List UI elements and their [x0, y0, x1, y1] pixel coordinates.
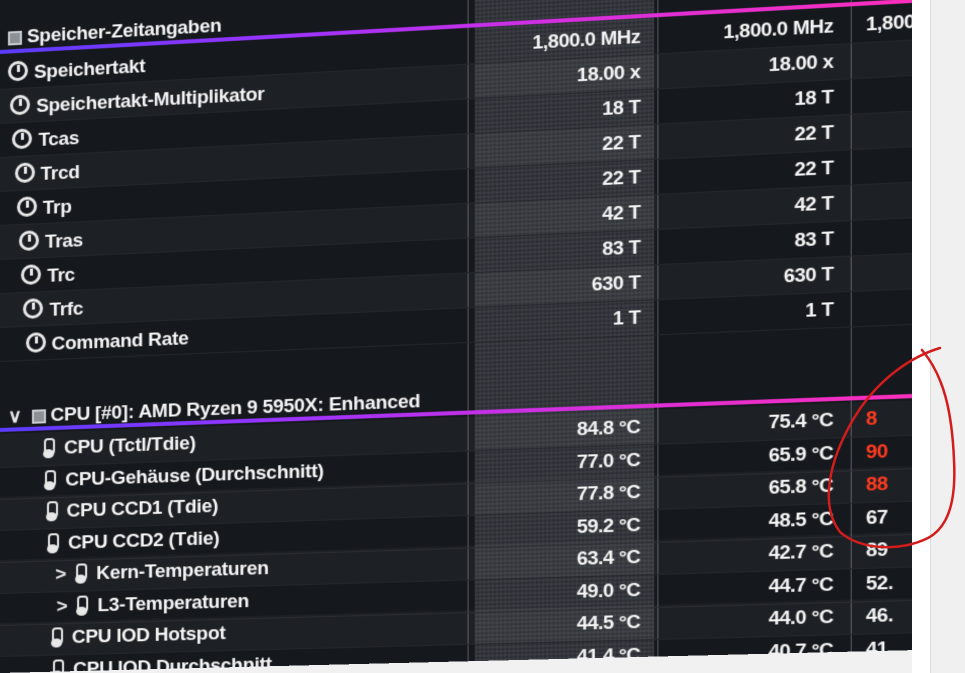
hwinfo-sensor-window: Speicher-Zeitangaben Speichertakt 1,800.0… [0, 0, 954, 673]
sensor-label: CPU (Tctl/Tdie) [43, 432, 196, 461]
sensor-label: > L3-Temperaturen [57, 590, 250, 618]
sensor-value-col-2: 22 T [794, 121, 834, 146]
clock-icon [18, 230, 39, 252]
thermometer-icon [77, 594, 89, 614]
sensor-value-col-1: 18.00 x [576, 61, 641, 87]
sensor-value-col-1: 22 T [602, 131, 641, 156]
chevron-right-icon[interactable]: > [55, 564, 66, 586]
sensor-value-col-2: 48.5 °C [768, 507, 834, 532]
clock-icon [7, 60, 28, 82]
clock-icon [16, 196, 37, 218]
sensor-value-col-2: 1 T [805, 299, 834, 323]
sensor-value-col-2: 18 T [794, 86, 834, 111]
clock-icon [23, 298, 44, 320]
clock-icon [14, 162, 35, 184]
thermometer-icon [43, 437, 56, 457]
sensor-value-col-2: 65.9 °C [768, 442, 834, 467]
sensor-value-col-1: 22 T [602, 166, 641, 191]
sensor-label-text: Tras [44, 230, 84, 253]
sensor-label: Trcd [14, 160, 80, 187]
sensor-value-col-2: 40.7 °C [768, 639, 834, 663]
sensor-value-col-1: 77.0 °C [576, 449, 641, 473]
chevron-right-icon[interactable]: > [57, 596, 68, 618]
sensor-label: > Kern-Temperaturen [55, 558, 269, 587]
sensor-value-col-2: 42.7 °C [768, 540, 834, 565]
sensor-label: CPU IOD Hotspot [51, 622, 226, 650]
clock-icon [21, 264, 42, 286]
sensor-value-col-1: 59.2 °C [576, 514, 641, 538]
sensor-label-text: Speichertakt [33, 55, 146, 84]
sensor-label: Trp [16, 195, 72, 222]
red-circle-annotation [827, 346, 956, 549]
clock-icon [12, 128, 33, 150]
sensor-label: CPU CCD2 (Tdie) [47, 527, 220, 555]
cpu-chip-icon [31, 409, 46, 424]
sensor-label-text: Tcas [38, 127, 80, 152]
sensor-label-text: CPU (Tctl/Tdie) [64, 432, 196, 459]
sensor-value-col-1: 77.8 °C [576, 481, 641, 506]
sensor-value-col-2: 44.0 °C [768, 606, 834, 630]
sensor-label: Tcas [12, 126, 79, 154]
sensor-value-col-2: 75.4 °C [768, 409, 834, 434]
thermometer-icon [47, 532, 59, 552]
sensor-label-text: Trcd [40, 161, 80, 185]
sensor-value-col-1: 1,800.0 MHz [532, 26, 641, 54]
sensor-label-text: CPU CCD2 (Tdie) [67, 527, 220, 554]
window-edge [912, 0, 930, 673]
sensor-value-col-1: 44.5 °C [576, 611, 641, 635]
sensor-value-col-1: 42 T [602, 201, 641, 226]
sensor-label-text: Trfc [49, 298, 84, 321]
thermometer-icon [46, 501, 58, 520]
sensor-value-col-2: 44.7 °C [768, 573, 834, 598]
sensor-value-col-2: 18.00 x [768, 51, 834, 77]
memory-chip-icon [7, 30, 22, 46]
sensor-label-text: CPU IOD Durchschnitt [73, 653, 272, 673]
sensor-label-text: CPU CCD1 (Tdie) [66, 495, 219, 522]
sensor-label-text: L3-Temperaturen [97, 590, 250, 616]
sensor-label: Trfc [23, 296, 83, 323]
sensor-label-text: Command Rate [51, 328, 189, 355]
sensor-value-col-2: 65.8 °C [768, 475, 834, 500]
sensor-label: CPU CCD1 (Tdie) [46, 495, 219, 524]
sensor-label-text: Trp [42, 196, 72, 219]
sensor-value-col-2: 83 T [794, 228, 834, 252]
sensor-value-col-1: 1 T [612, 307, 641, 330]
clock-icon [25, 332, 46, 353]
sensor-label: Command Rate [25, 326, 189, 357]
sensor-value-col-2: 42 T [794, 192, 834, 217]
sensor-value-col-1: 49.0 °C [576, 579, 641, 603]
sensor-label-text: CPU IOD Hotspot [71, 622, 226, 649]
sensor-label-text: Trc [47, 264, 75, 287]
sensor-label-text: Kern-Temperaturen [96, 557, 269, 585]
sensor-value-col-2: 1,800.0 MHz [723, 15, 834, 44]
sensor-value-col-1: 83 T [602, 236, 641, 261]
sensor-value-col-1: 84.8 °C [576, 416, 641, 441]
sensor-value-col-2: 22 T [794, 157, 834, 182]
sensor-value-col-1: 63.4 °C [576, 546, 641, 571]
thermometer-icon [45, 469, 57, 488]
sensor-value-col-1: 41.4 °C [576, 644, 641, 668]
sensor-label: Tras [18, 228, 84, 255]
sensor-label: Speichertakt [7, 54, 146, 86]
sensor-label: Trc [21, 263, 75, 289]
thermometer-icon [53, 658, 65, 673]
sensor-value-col-2: 630 T [783, 263, 834, 288]
sensor-value-col-1: 630 T [591, 272, 641, 296]
sensor-label: CPU IOD Durchschnitt [53, 654, 272, 673]
clock-icon [10, 94, 31, 116]
thermometer-icon [76, 563, 88, 582]
scrollbar-gutter[interactable] [930, 0, 965, 673]
thermometer-icon [51, 627, 63, 646]
sensor-value-col-1: 18 T [602, 96, 641, 121]
chevron-down-icon[interactable]: ∨ [8, 405, 22, 429]
sensor-label-text: CPU-Gehäuse (Durchschnitt) [65, 460, 324, 491]
